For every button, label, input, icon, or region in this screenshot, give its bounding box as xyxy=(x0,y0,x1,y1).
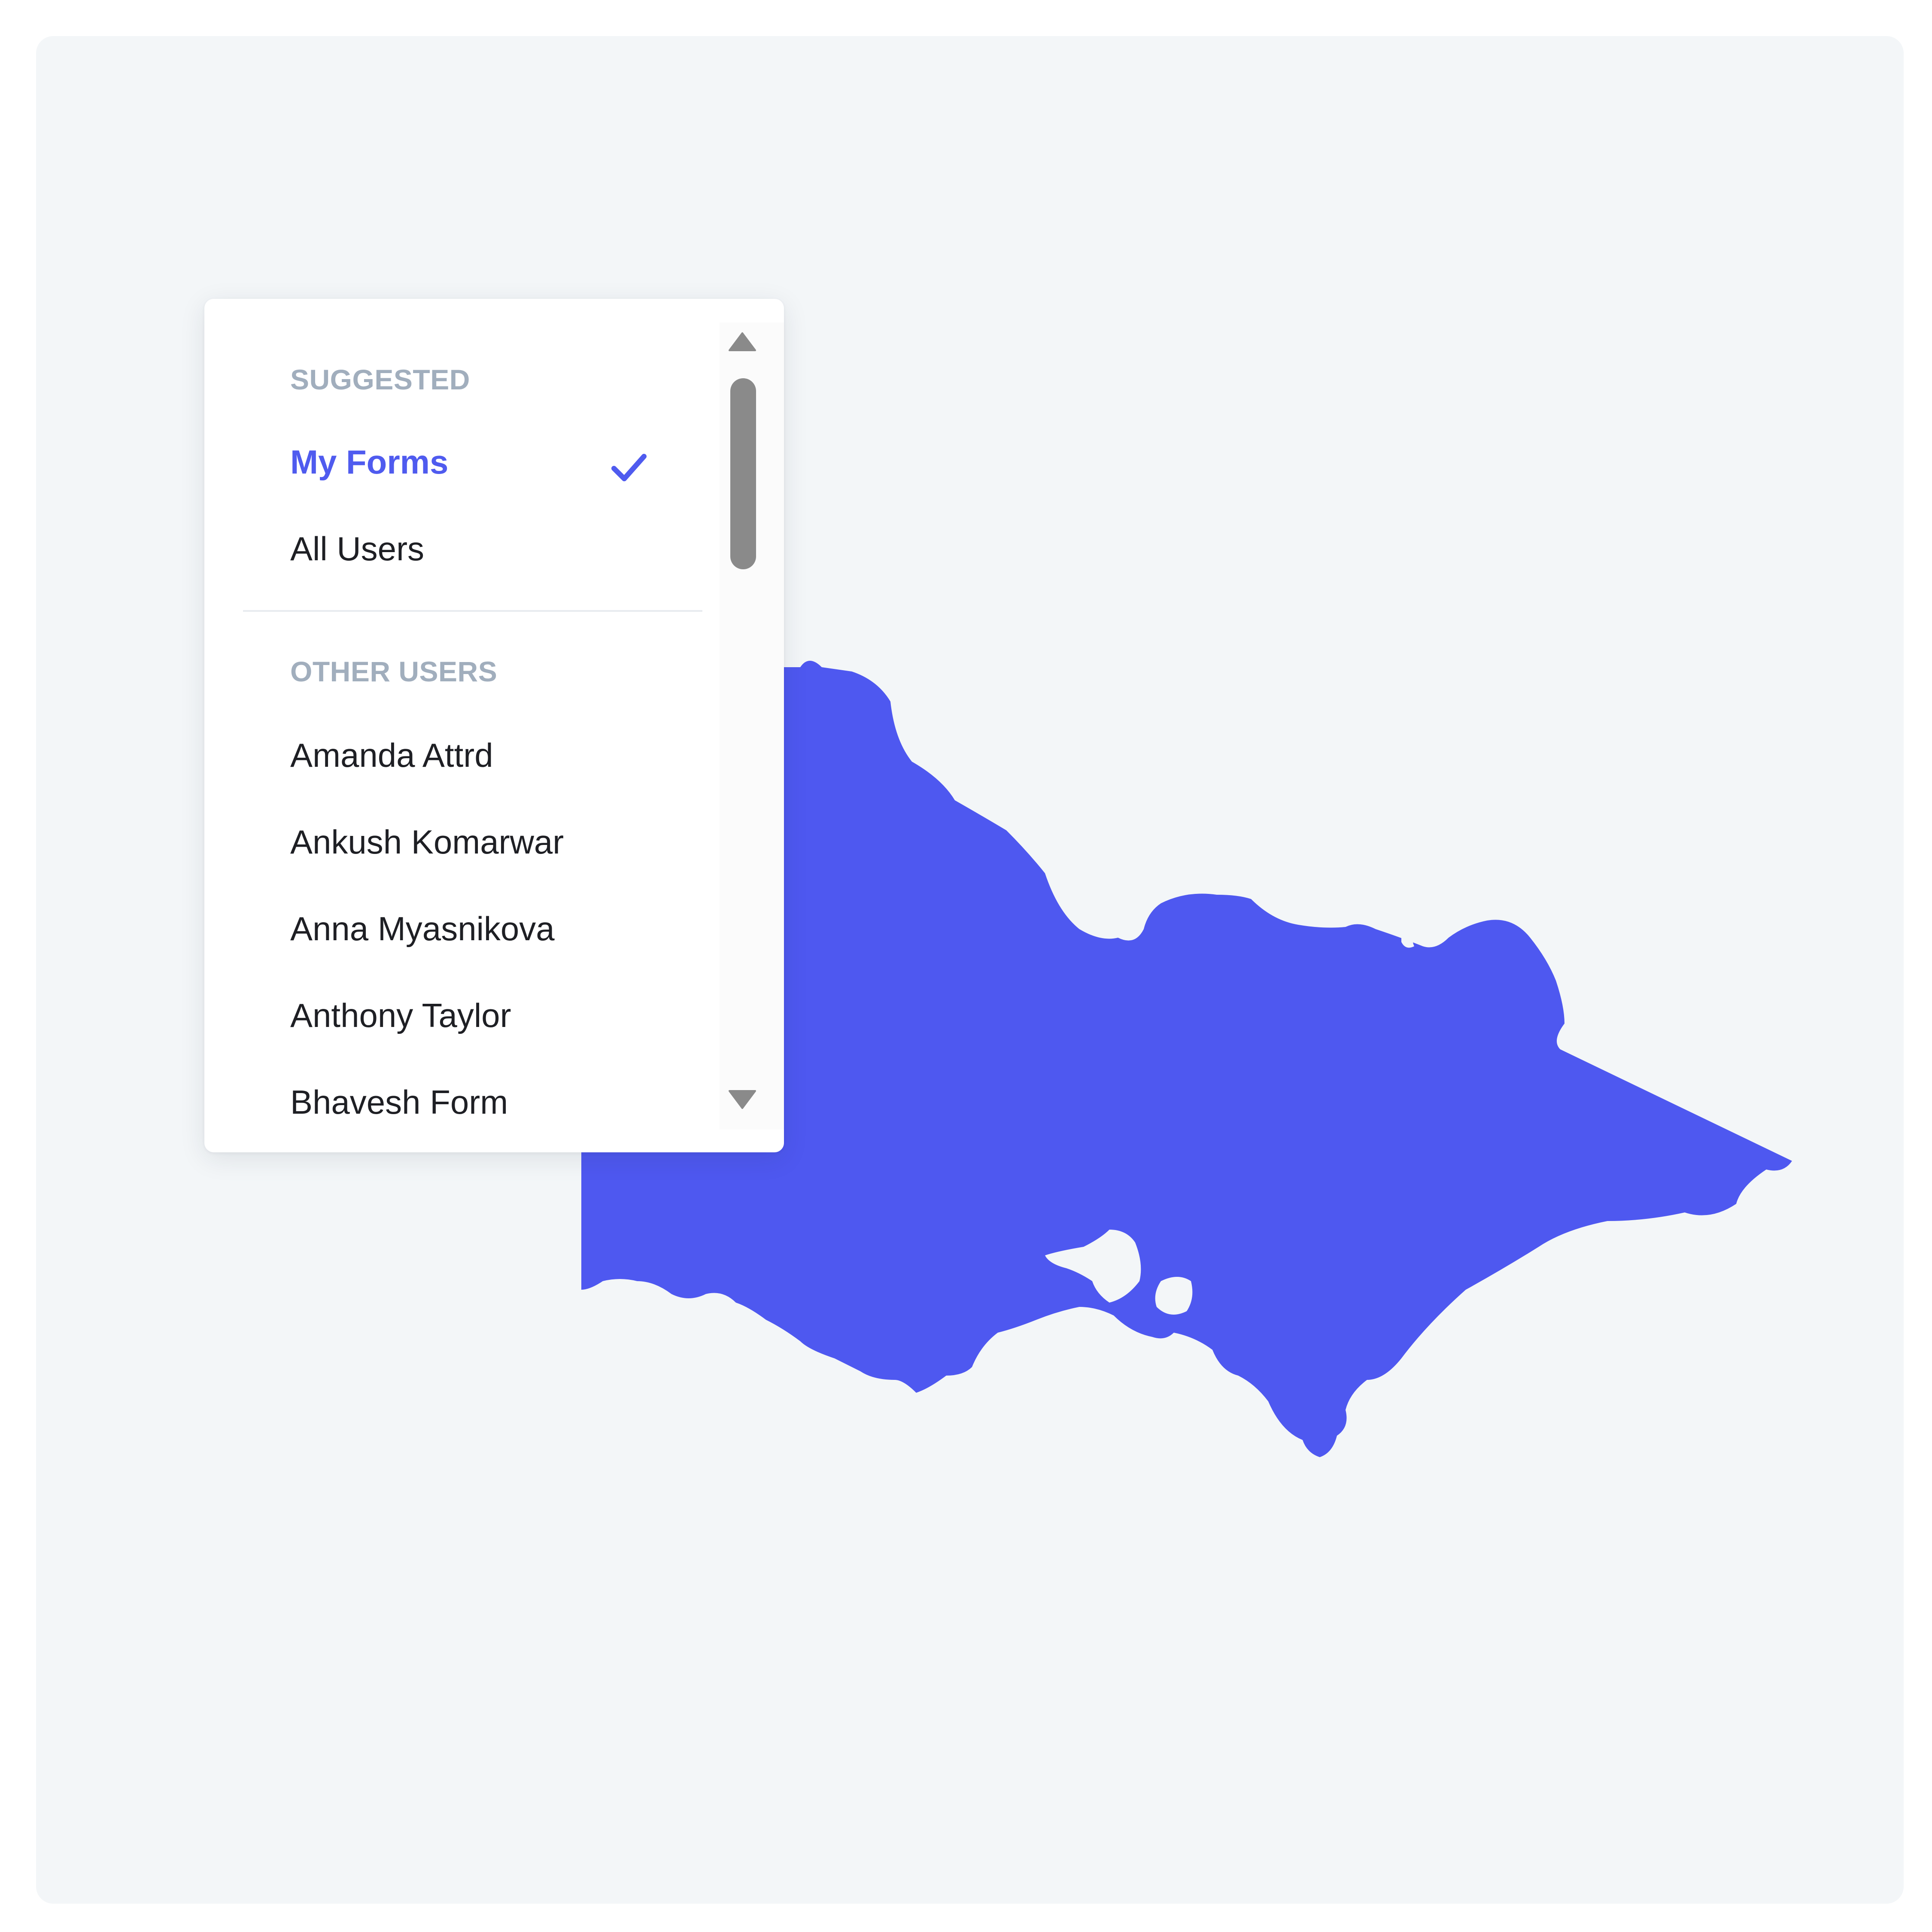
other-users-section-header: OTHER USERS xyxy=(290,656,498,687)
suggested-section-header: SUGGESTED xyxy=(290,364,470,395)
option-all-users[interactable]: All Users xyxy=(290,529,424,568)
scroll-up-arrow-icon[interactable] xyxy=(727,331,757,352)
option-bhavesh-form[interactable]: Bhavesh Form xyxy=(290,1083,508,1122)
option-my-forms[interactable]: My Forms xyxy=(290,443,448,482)
check-icon xyxy=(611,454,647,481)
option-amanda-attrd[interactable]: Amanda Attrd xyxy=(290,736,493,775)
canvas-background: SUGGESTED My Forms All Users OTHER USERS… xyxy=(36,36,1904,1904)
option-ankush-komarwar[interactable]: Ankush Komarwar xyxy=(290,823,564,862)
option-anthony-taylor[interactable]: Anthony Taylor xyxy=(290,996,511,1035)
map-bay-cutout-small xyxy=(1155,1277,1193,1315)
user-filter-dropdown[interactable]: SUGGESTED My Forms All Users OTHER USERS… xyxy=(204,299,784,1152)
scrollbar-thumb[interactable] xyxy=(730,378,756,569)
option-anna-myasnikova[interactable]: Anna Myasnikova xyxy=(290,909,555,948)
section-divider xyxy=(243,610,702,612)
scroll-down-arrow-icon[interactable] xyxy=(727,1089,757,1110)
